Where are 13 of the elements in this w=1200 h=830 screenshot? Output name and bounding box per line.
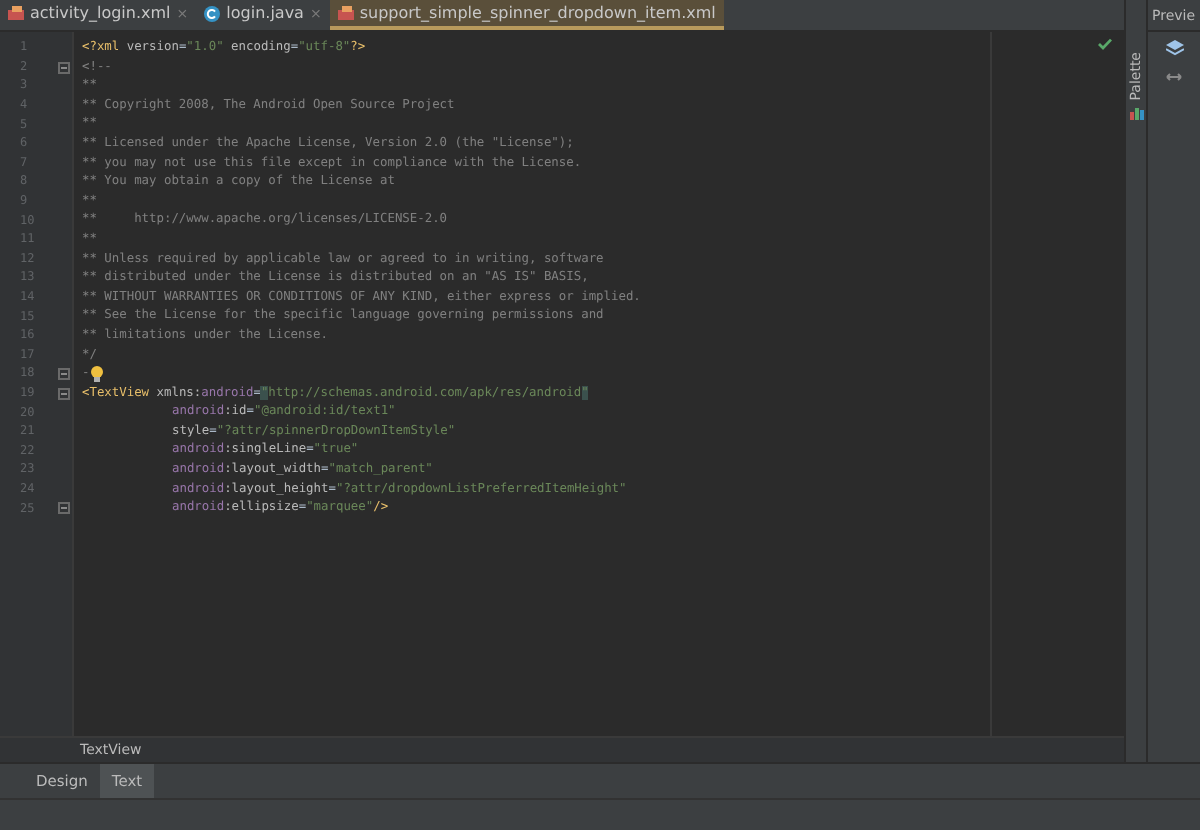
- palette-icon[interactable]: [1129, 106, 1143, 121]
- class-file-icon: [204, 5, 221, 21]
- fold-icon[interactable]: [58, 61, 70, 74]
- file-tab[interactable]: support_simple_spinner_dropdown_item.xml: [329, 0, 724, 30]
- xml-file-icon: [337, 5, 354, 21]
- check-icon: [1098, 38, 1112, 50]
- fold-icon[interactable]: [58, 502, 70, 515]
- fold-icon[interactable]: [58, 368, 70, 381]
- lightbulb-icon[interactable]: [89, 365, 104, 382]
- xml-file-icon: [8, 5, 24, 21]
- resize-icon[interactable]: [1166, 72, 1182, 82]
- fold-icon[interactable]: [58, 387, 70, 400]
- layers-icon[interactable]: [1165, 40, 1183, 56]
